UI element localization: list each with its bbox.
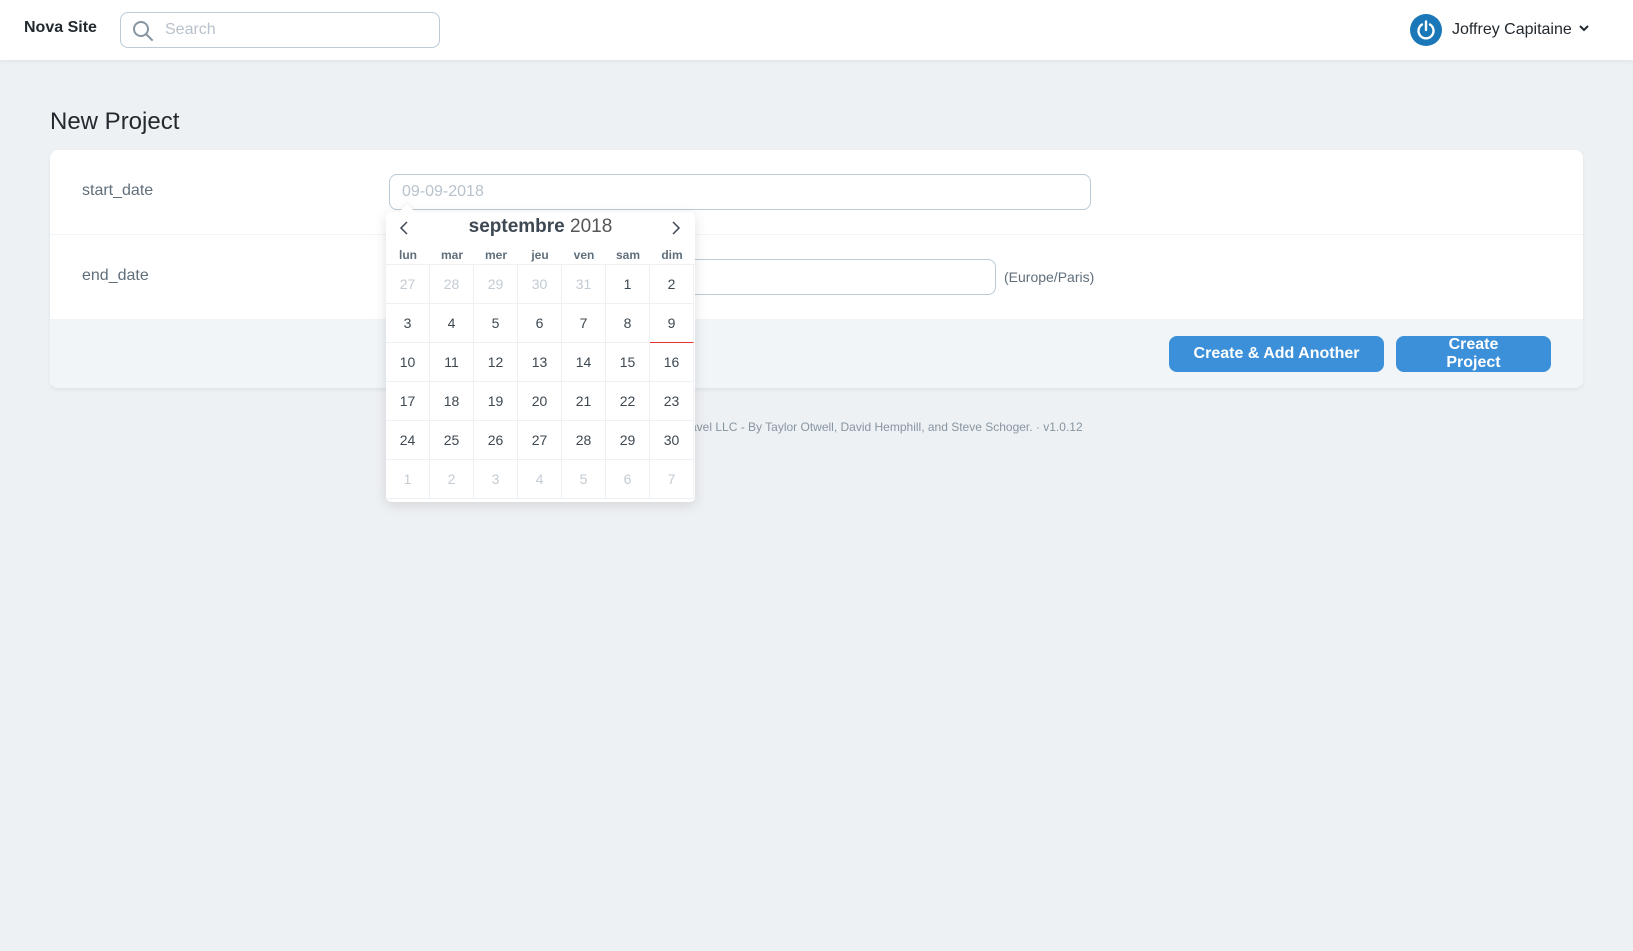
datepicker-day[interactable]: 2 — [650, 265, 694, 304]
field-row-start-date: start_date — [50, 150, 1583, 235]
datepicker-day[interactable]: 20 — [518, 382, 562, 421]
next-month-button[interactable] — [666, 218, 686, 238]
weekday-label: mar — [440, 248, 463, 262]
footer-credits: avel LLC - By Taylor Otwell, David Hemph… — [690, 420, 1083, 434]
datepicker-day[interactable]: 30 — [518, 265, 562, 304]
datepicker-day[interactable]: 26 — [474, 421, 518, 460]
datepicker-day-today[interactable]: 9 — [650, 304, 694, 343]
datepicker-day[interactable]: 22 — [606, 382, 650, 421]
datepicker-day[interactable]: 30 — [650, 421, 694, 460]
weekday-label: ven — [573, 248, 595, 262]
datepicker-weekdays: lun mar mer jeu ven sam dim — [386, 248, 695, 262]
datepicker-day[interactable]: 31 — [562, 265, 606, 304]
datepicker-day[interactable]: 19 — [474, 382, 518, 421]
datepicker-day[interactable]: 7 — [650, 460, 694, 499]
form-actions: Create & Add Another Create Project — [50, 320, 1583, 388]
create-and-add-another-button[interactable]: Create & Add Another — [1169, 336, 1384, 372]
chevron-right-icon — [672, 221, 681, 235]
user-menu[interactable]: Joffrey Capitaine — [1410, 12, 1590, 48]
datepicker-day[interactable]: 6 — [518, 304, 562, 343]
datepicker-title: septembre 2018 — [386, 216, 695, 238]
search-input[interactable] — [165, 15, 425, 45]
datepicker-day[interactable]: 4 — [518, 460, 562, 499]
datepicker-day[interactable]: 16 — [650, 343, 694, 382]
brand-name[interactable]: Nova Site — [24, 19, 97, 37]
datepicker-day[interactable]: 21 — [562, 382, 606, 421]
datepicker-day[interactable]: 27 — [518, 421, 562, 460]
start-date-input[interactable] — [389, 174, 1091, 210]
datepicker-day[interactable]: 5 — [562, 460, 606, 499]
avatar — [1410, 14, 1442, 46]
datepicker-day[interactable]: 24 — [386, 421, 430, 460]
datepicker-day[interactable]: 14 — [562, 343, 606, 382]
form-card: start_date end_date (Europe/Paris) Creat… — [50, 150, 1583, 388]
datepicker-day[interactable]: 28 — [430, 265, 474, 304]
datepicker-year[interactable]: 2018 — [570, 216, 612, 237]
search-box[interactable] — [120, 12, 440, 48]
weekday-label: lun — [399, 248, 417, 262]
page-title: New Project — [50, 108, 180, 135]
datepicker-day[interactable]: 1 — [606, 265, 650, 304]
timezone-label: (Europe/Paris) — [1004, 269, 1095, 285]
datepicker-day[interactable]: 25 — [430, 421, 474, 460]
datepicker-day[interactable]: 29 — [606, 421, 650, 460]
create-project-button[interactable]: Create Project — [1396, 336, 1551, 372]
search-icon — [132, 20, 154, 47]
datepicker-day[interactable]: 3 — [386, 304, 430, 343]
user-name: Joffrey Capitaine — [1452, 21, 1572, 38]
datepicker-day[interactable]: 11 — [430, 343, 474, 382]
top-navbar: Nova Site Joffrey Capitaine — [0, 0, 1633, 60]
datepicker-day[interactable]: 23 — [650, 382, 694, 421]
datepicker-day[interactable]: 1 — [386, 460, 430, 499]
datepicker-day[interactable]: 29 — [474, 265, 518, 304]
datepicker-day[interactable]: 5 — [474, 304, 518, 343]
datepicker-day[interactable]: 4 — [430, 304, 474, 343]
datepicker-day[interactable]: 27 — [386, 265, 430, 304]
datepicker-day[interactable]: 3 — [474, 460, 518, 499]
chevron-down-icon — [1578, 21, 1590, 39]
datepicker-day[interactable]: 7 — [562, 304, 606, 343]
datepicker-day[interactable]: 8 — [606, 304, 650, 343]
start-date-label: start_date — [82, 182, 154, 199]
datepicker-days-grid: 27 28 29 30 31 1 2 3 4 5 6 7 8 9 10 11 12 13 14 15 16 17 18 19 2… — [386, 264, 695, 499]
datepicker-day[interactable]: 2 — [430, 460, 474, 499]
datepicker-day[interactable]: 17 — [386, 382, 430, 421]
datepicker-day[interactable]: 12 — [474, 343, 518, 382]
datepicker-month[interactable]: septembre — [469, 216, 565, 237]
datepicker-popup: septembre 2018 lun mar mer jeu ven sam dim 27 2… — [386, 212, 695, 502]
datepicker-day[interactable]: 28 — [562, 421, 606, 460]
field-row-end-date: end_date (Europe/Paris) — [50, 235, 1583, 320]
weekday-label: mer — [484, 248, 507, 262]
weekday-label: dim — [661, 248, 683, 262]
datepicker-header: septembre 2018 — [386, 212, 695, 240]
weekday-label: sam — [615, 248, 641, 262]
end-date-label: end_date — [82, 267, 149, 284]
datepicker-day[interactable]: 18 — [430, 382, 474, 421]
weekday-label: jeu — [531, 248, 549, 262]
datepicker-day[interactable]: 15 — [606, 343, 650, 382]
datepicker-day[interactable]: 13 — [518, 343, 562, 382]
datepicker-day[interactable]: 10 — [386, 343, 430, 382]
datepicker-day[interactable]: 6 — [606, 460, 650, 499]
